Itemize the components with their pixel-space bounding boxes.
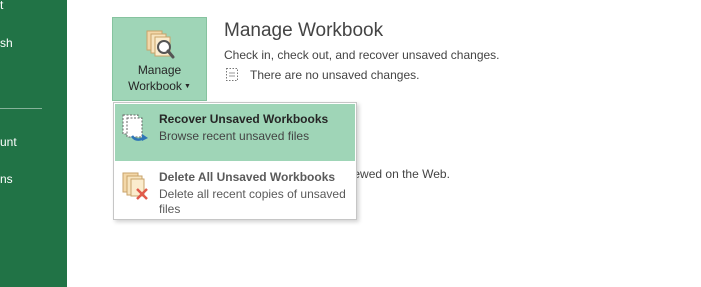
nav-item-account[interactable]: unt bbox=[0, 135, 17, 149]
manage-workbook-icon bbox=[146, 30, 175, 59]
section-description: Check in, check out, and recover unsaved… bbox=[224, 48, 500, 62]
nav-divider bbox=[0, 108, 42, 109]
delete-title: Delete All Unsaved Workbooks bbox=[159, 170, 336, 184]
recover-title: Recover Unsaved Workbooks bbox=[159, 112, 329, 126]
manage-workbook-menu: Recover Unsaved Workbooks Browse recent … bbox=[113, 102, 357, 220]
manage-button-label-2-text: Workbook bbox=[128, 79, 182, 93]
backstage-nav: t sh unt ns bbox=[0, 0, 67, 287]
nav-item-options[interactable]: ns bbox=[0, 172, 13, 186]
dropdown-caret-icon: ▼ bbox=[183, 83, 191, 91]
menu-item-delete-unsaved[interactable]: Delete All Unsaved Workbooks Delete all … bbox=[115, 162, 355, 219]
section-title: Manage Workbook bbox=[224, 20, 384, 41]
delete-description: Delete all recent copies of unsaved file… bbox=[159, 187, 346, 216]
nav-item-truncated-2[interactable]: sh bbox=[0, 36, 13, 50]
recover-description: Browse recent unsaved files bbox=[159, 129, 310, 143]
unsaved-status-text: There are no unsaved changes. bbox=[250, 68, 420, 82]
recover-workbooks-icon bbox=[122, 114, 148, 141]
menu-item-recover-unsaved[interactable]: Recover Unsaved Workbooks Browse recent … bbox=[115, 104, 355, 161]
manage-button-label-1: Manage bbox=[137, 63, 182, 77]
manage-button-label-2: Workbook ▼ bbox=[113, 79, 206, 93]
nav-item-truncated-1[interactable]: t bbox=[0, 0, 3, 12]
manage-workbook-button[interactable]: Manage Workbook ▼ bbox=[112, 17, 207, 101]
document-dotted-icon bbox=[226, 68, 238, 81]
delete-workbooks-icon bbox=[122, 172, 148, 200]
